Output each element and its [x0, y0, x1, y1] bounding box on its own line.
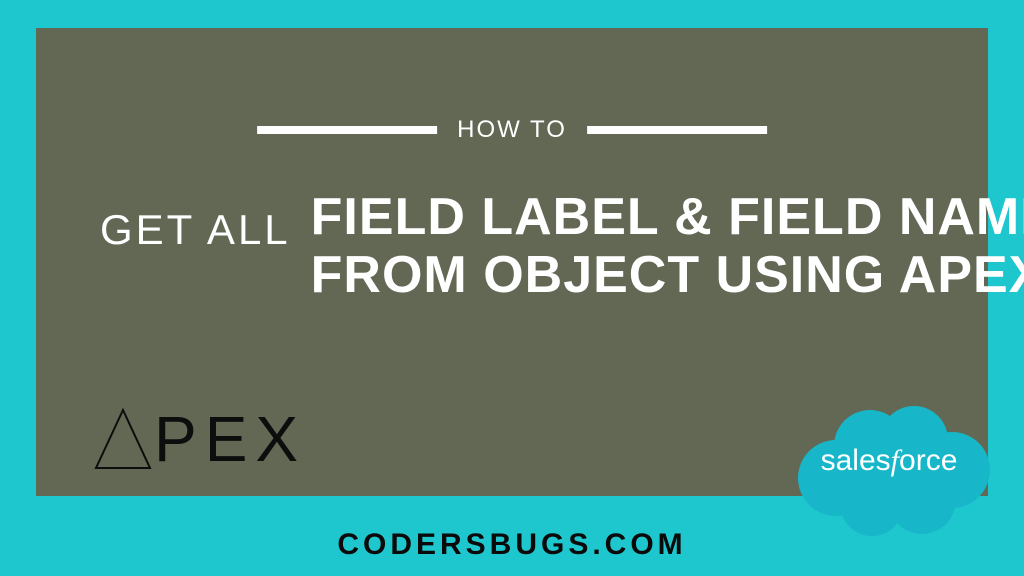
apex-triangle-icon: [94, 408, 152, 470]
headline-line-1: FIELD LABEL & FIELD NAME: [311, 188, 1024, 246]
apex-letter-p: P: [154, 402, 203, 476]
apex-letter-x: X: [255, 402, 304, 476]
divider-left: [257, 126, 437, 134]
salesforce-label-post: orce: [899, 444, 957, 477]
hero-panel: HOW TO GET ALL FIELD LABEL & FIELD NAME …: [36, 28, 988, 496]
apex-logo: P E X: [94, 402, 304, 476]
salesforce-badge: salesforce: [784, 392, 994, 542]
apex-letter-e: E: [205, 402, 254, 476]
subhead: GET ALL: [100, 206, 291, 254]
kicker-row: HOW TO: [257, 116, 767, 144]
kicker: HOW TO: [457, 116, 567, 144]
headline-row: GET ALL FIELD LABEL & FIELD NAME FROM OB…: [36, 188, 988, 304]
divider-right: [587, 126, 767, 134]
salesforce-label: salesforce: [821, 444, 958, 478]
headline-line-2: FROM OBJECT USING APEX: [311, 246, 1024, 304]
site-credit: CODERSBUGS.COM: [337, 528, 686, 562]
salesforce-label-pre: sales: [821, 444, 891, 477]
headline: FIELD LABEL & FIELD NAME FROM OBJECT USI…: [311, 188, 1024, 304]
